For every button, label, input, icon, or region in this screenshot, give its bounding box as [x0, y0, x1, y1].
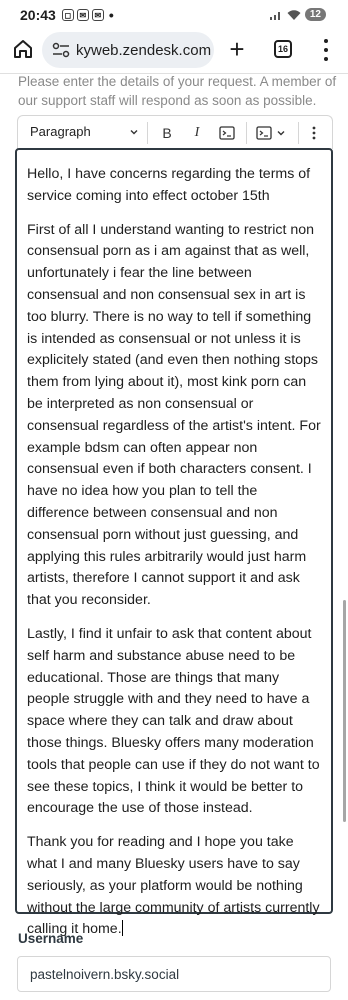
chevron-down-icon	[277, 131, 285, 136]
address-bar[interactable]: kyweb.zendesk.com	[42, 32, 214, 68]
username-label: Username	[18, 931, 84, 946]
paragraph-style-dropdown[interactable]: Paragraph	[30, 124, 91, 139]
battery-indicator: 12	[304, 8, 326, 21]
toolbar-separator-3	[298, 122, 299, 144]
page-scrollbar[interactable]	[343, 600, 346, 822]
code-block-button[interactable]	[254, 123, 288, 143]
status-bar: 20:43 ◻ ✉ ✉ • 12	[0, 0, 348, 30]
more-options-icon[interactable]	[308, 123, 320, 143]
username-field[interactable]	[17, 956, 331, 992]
signal-icon	[269, 11, 280, 20]
chevron-down-icon[interactable]	[130, 128, 138, 136]
site-settings-icon[interactable]	[52, 42, 70, 58]
bold-button[interactable]: B	[159, 123, 175, 143]
status-right: 12	[269, 8, 326, 21]
editor-paragraph-last[interactable]: Thank you for reading and I hope you tak…	[27, 832, 321, 941]
editor-paragraph[interactable]: Hello, I have concerns regarding the ter…	[27, 164, 321, 208]
screenshot-notification-icon: ◻	[61, 9, 74, 21]
url-text[interactable]: kyweb.zendesk.com	[76, 42, 211, 59]
toolbar-separator-2	[246, 122, 247, 144]
messenger-notification-icon-2: ✉	[91, 9, 104, 21]
code-icon	[219, 126, 235, 140]
description-hint: Please enter the details of your request…	[18, 74, 337, 108]
italic-button[interactable]: I	[190, 123, 204, 143]
home-button[interactable]	[12, 38, 34, 60]
editor-paragraph-text[interactable]: Thank you for reading and I hope you tak…	[27, 834, 320, 937]
wifi-icon	[287, 9, 301, 20]
tabs-icon[interactable]: 16	[274, 40, 292, 58]
new-tab-icon[interactable]: +	[226, 36, 248, 62]
description-editor[interactable]: Hello, I have concerns regarding the ter…	[15, 148, 333, 937]
editor-paragraph[interactable]: Lastly, I find it unfair to ask that con…	[27, 624, 321, 820]
code-block-icon	[256, 126, 272, 140]
editor-toolbar: Paragraph B I	[17, 115, 333, 149]
messenger-notification-icon: ✉	[76, 9, 89, 21]
home-icon	[14, 40, 32, 58]
toolbar-separator	[147, 122, 148, 144]
status-time: 20:43	[20, 7, 56, 23]
code-button[interactable]	[218, 123, 236, 143]
editor-paragraph[interactable]: First of all I understand wanting to res…	[27, 220, 321, 612]
text-cursor	[121, 920, 123, 937]
browser-toolbar: kyweb.zendesk.com + 16	[0, 30, 348, 70]
more-notifications-dot: •	[108, 7, 114, 23]
more-menu-icon[interactable]	[320, 39, 332, 61]
